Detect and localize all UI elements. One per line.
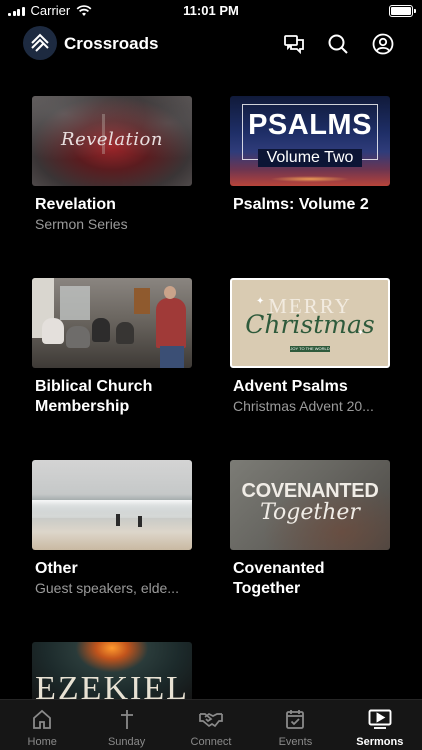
status-bar: Carrier 11:01 PM [0,0,422,22]
app-header: Crossroads [0,26,422,62]
series-subtitle: Guest speakers, elde... [35,580,179,596]
thumbnail-art-title: PSALMS [248,109,372,141]
tab-label: Sermons [356,736,404,748]
series-thumbnail[interactable]: EZEKIEL [32,642,192,702]
tab-events[interactable]: Events [253,700,337,750]
thumbnail-art-small: JOY TO THE WORLD [290,346,330,352]
calendar-icon [283,707,307,731]
series-title: Psalms: Volume 2 [233,196,369,213]
thumbnail-art-text: Revelation [61,129,163,150]
series-card-revelation[interactable]: Revelation Revelation Sermon Series [32,96,192,233]
series-card-other[interactable]: Other Guest speakers, elde... [32,460,192,597]
tab-connect[interactable]: Connect [169,700,253,750]
series-subtitle: Christmas Advent 20... [233,398,374,414]
thumbnail-art-christmas: Christmas [245,310,375,339]
tab-sunday[interactable]: Sunday [84,700,168,750]
home-icon [30,707,54,731]
series-thumbnail[interactable]: MERRY Christmas JOY TO THE WORLD ✦ ✦ [230,278,390,368]
series-card-psalms-volume-2[interactable]: PSALMS Volume Two Psalms: Volume 2 [230,96,390,215]
profile-icon[interactable] [370,31,396,57]
series-card-biblical-church-membership[interactable]: Biblical Church Membership [32,278,192,417]
tab-sermons[interactable]: Sermons [338,700,422,750]
thumbnail-art-subtitle: Volume Two [258,149,362,167]
series-card-advent-psalms[interactable]: MERRY Christmas JOY TO THE WORLD ✦ ✦ Adv… [230,278,390,415]
series-thumbnail[interactable]: Revelation [32,96,192,186]
bottom-tab-bar: Home Sunday Connect Events Sermons [0,699,422,750]
status-time: 11:01 PM [183,3,239,18]
series-thumbnail[interactable]: COVENANTED Together [230,460,390,550]
series-card-ezekiel[interactable]: EZEKIEL [32,642,192,702]
tab-label: Connect [190,736,232,748]
crossroads-logo[interactable] [23,26,57,60]
app-title: Crossroads [64,34,159,53]
series-title: Biblical Church Membership [35,378,153,415]
tab-home[interactable]: Home [0,700,84,750]
series-subtitle: Sermon Series [35,216,128,232]
series-title: Advent Psalms [233,378,348,395]
cross-icon [115,707,139,731]
thumbnail-art-text: EZEKIEL [35,670,189,702]
series-thumbnail[interactable] [32,460,192,550]
series-title: Other [35,560,78,577]
tab-label: Sunday [107,736,146,748]
handshake-icon [199,707,223,731]
series-thumbnail[interactable] [32,278,192,368]
series-title: Revelation [35,196,116,213]
series-thumbnail[interactable]: PSALMS Volume Two [230,96,390,186]
search-icon[interactable] [325,31,351,57]
tab-label: Home [27,736,57,748]
series-title: Covenanted Together [233,560,325,597]
series-card-covenanted-together[interactable]: COVENANTED Together Covenanted Together [230,460,390,599]
tab-label: Events [278,736,313,748]
play-screen-icon [368,707,392,731]
battery-icon [389,5,416,17]
chat-icon[interactable] [281,31,307,57]
thumbnail-art-subtitle: Together [260,500,360,525]
